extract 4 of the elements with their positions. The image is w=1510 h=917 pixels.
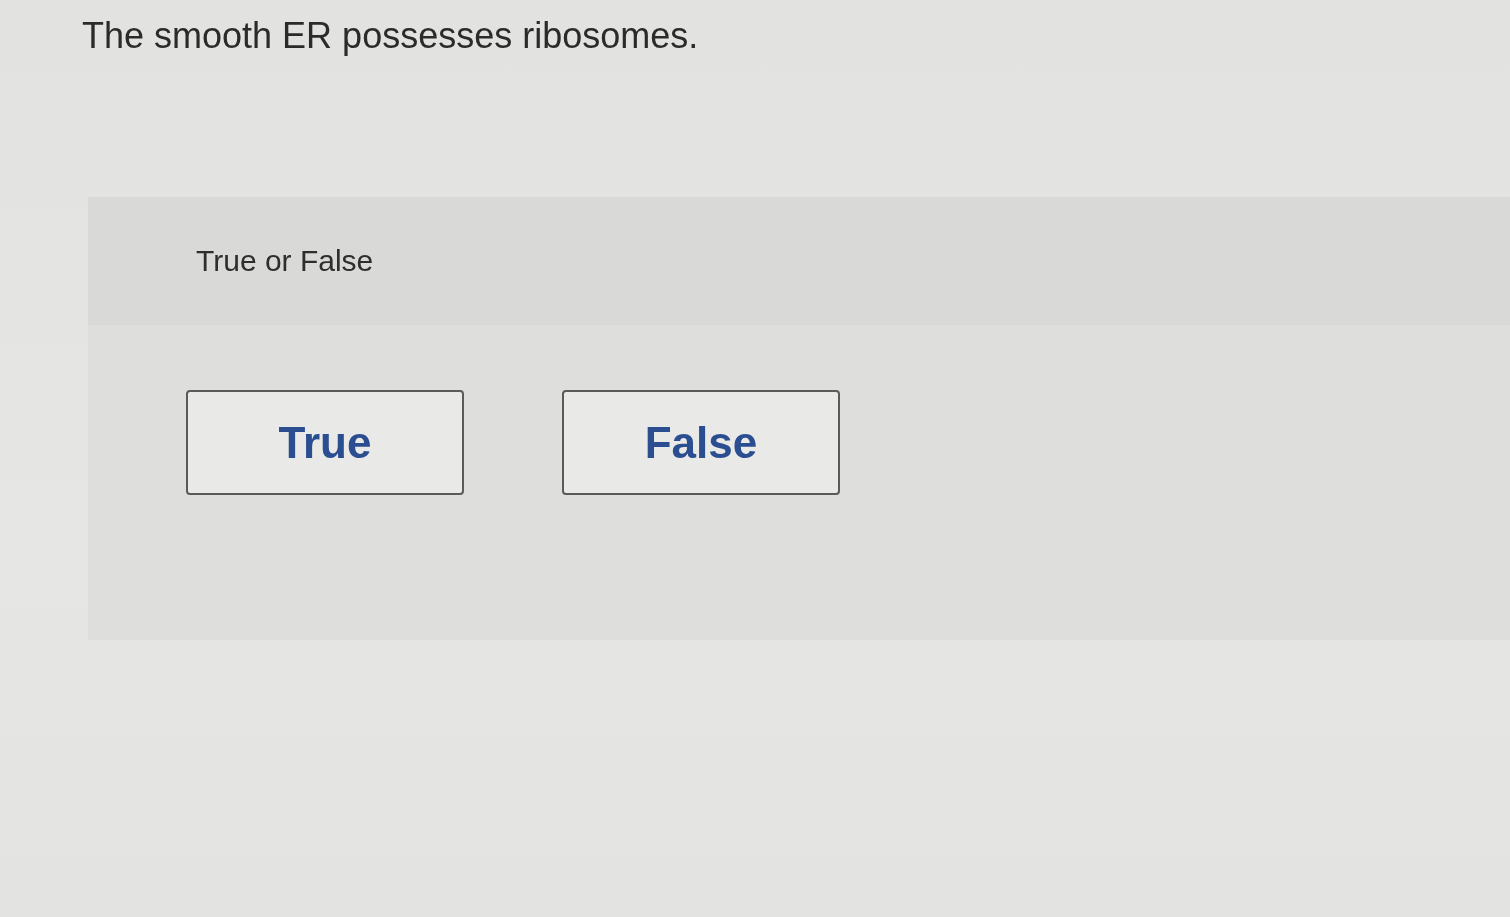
answer-option[interactable]: False	[562, 390, 840, 495]
question-text: The smooth ER possesses ribosomes.	[82, 14, 699, 58]
prompt-text: True or False	[196, 244, 374, 278]
answer-option[interactable]: True	[186, 390, 464, 495]
